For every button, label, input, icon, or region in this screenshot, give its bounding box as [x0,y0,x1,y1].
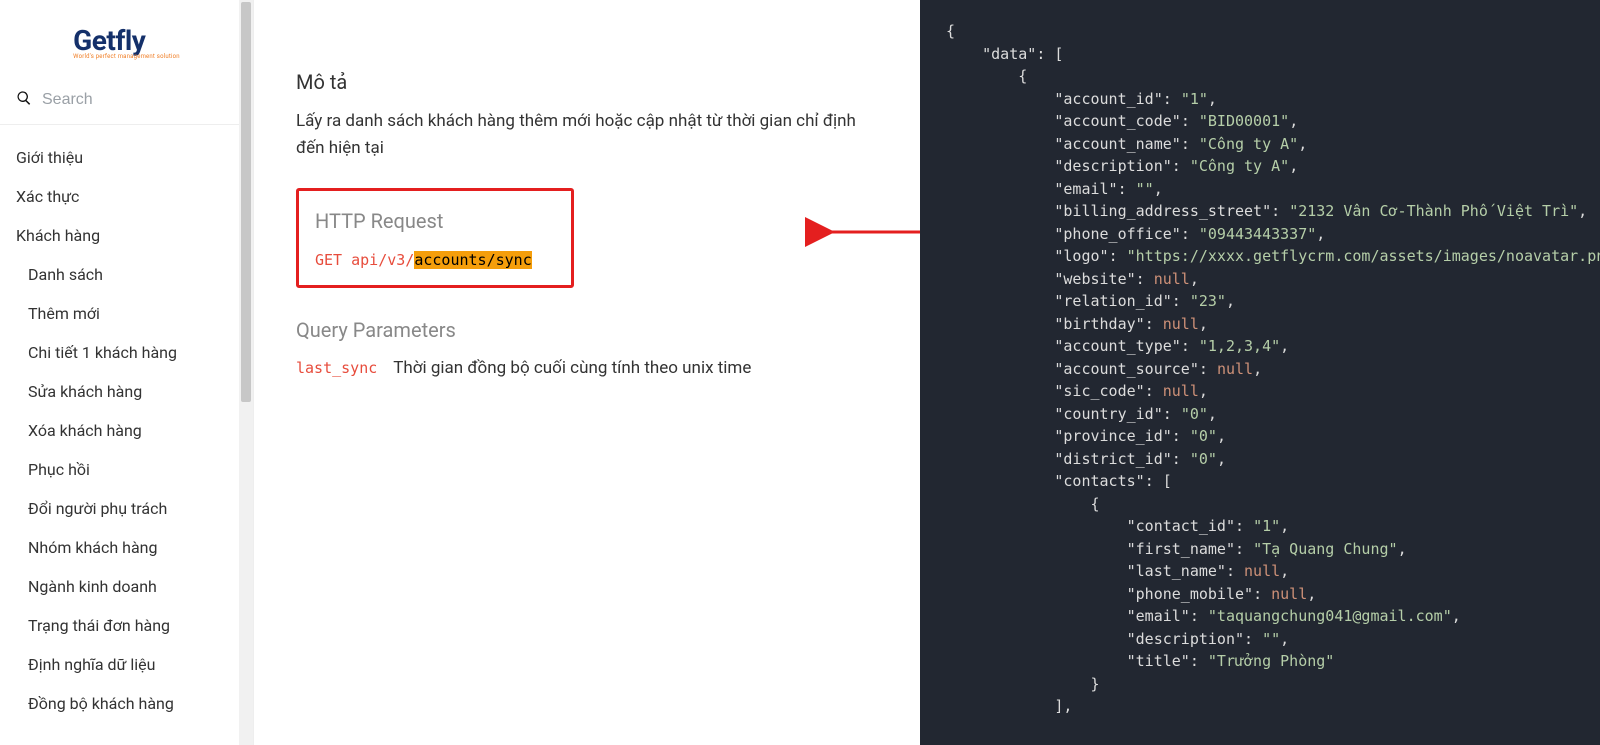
app-root: Getfly World's perfect management soluti… [0,0,1600,745]
search-input[interactable] [42,91,249,109]
sidebar-item-11[interactable]: Ngành kinh doanh [0,567,253,606]
sidebar-item-12[interactable]: Trạng thái đơn hàng [0,606,253,645]
logo: Getfly World's perfect management soluti… [0,0,253,80]
logo-subtitle: World's perfect management solution [73,53,180,60]
search-box[interactable] [0,80,253,124]
section-title-http-request: HTTP Request [315,209,555,233]
http-request-box: HTTP Request GET api/v3/accounts/sync [296,188,574,288]
query-param-desc: Thời gian đồng bộ cuối cùng tính theo un… [393,358,751,378]
sidebar-scrollbar-track[interactable] [239,0,253,745]
section-title-query-params: Query Parameters [296,318,880,342]
sidebar-item-5[interactable]: Chi tiết 1 khách hàng [0,333,253,372]
description-text: Lấy ra danh sách khách hàng thêm mới hoặ… [296,108,880,162]
http-path: api/v3/ [351,251,414,269]
sidebar-item-8[interactable]: Phục hồi [0,450,253,489]
sidebar-item-4[interactable]: Thêm mới [0,294,253,333]
sidebar-item-14[interactable]: Đồng bộ khách hàng [0,684,253,723]
content-pane: Mô tả Lấy ra danh sách khách hàng thêm m… [254,0,920,745]
sidebar-item-3[interactable]: Danh sách [0,255,253,294]
response-code-panel[interactable]: { "data": [ { "account_id": "1", "accoun… [920,0,1600,745]
annotation-arrow [819,220,920,248]
sidebar-item-13[interactable]: Định nghĩa dữ liệu [0,645,253,684]
sidebar-item-9[interactable]: Đổi người phụ trách [0,489,253,528]
sidebar-nav: Giới thiệuXác thựcKhách hàngDanh sáchThê… [0,124,253,723]
sidebar-scroll[interactable]: Getfly World's perfect management soluti… [0,0,253,745]
sidebar-item-6[interactable]: Sửa khách hàng [0,372,253,411]
sidebar-scrollbar-thumb[interactable] [241,2,251,402]
sidebar-item-2[interactable]: Khách hàng [0,216,253,255]
sidebar-item-10[interactable]: Nhóm khách hàng [0,528,253,567]
search-icon [16,90,32,110]
sidebar-item-1[interactable]: Xác thực [0,177,253,216]
sidebar-item-7[interactable]: Xóa khách hàng [0,411,253,450]
http-method: GET [315,251,342,269]
section-title-description: Mô tả [296,70,880,94]
sidebar: Getfly World's perfect management soluti… [0,0,254,745]
query-param-name: last_sync [296,359,377,377]
http-request-code: GET api/v3/accounts/sync [315,251,555,269]
sidebar-item-0[interactable]: Giới thiệu [0,138,253,177]
http-path-highlight: accounts/sync [414,251,531,269]
query-param-row: last_sync Thời gian đồng bộ cuối cùng tí… [296,358,880,378]
